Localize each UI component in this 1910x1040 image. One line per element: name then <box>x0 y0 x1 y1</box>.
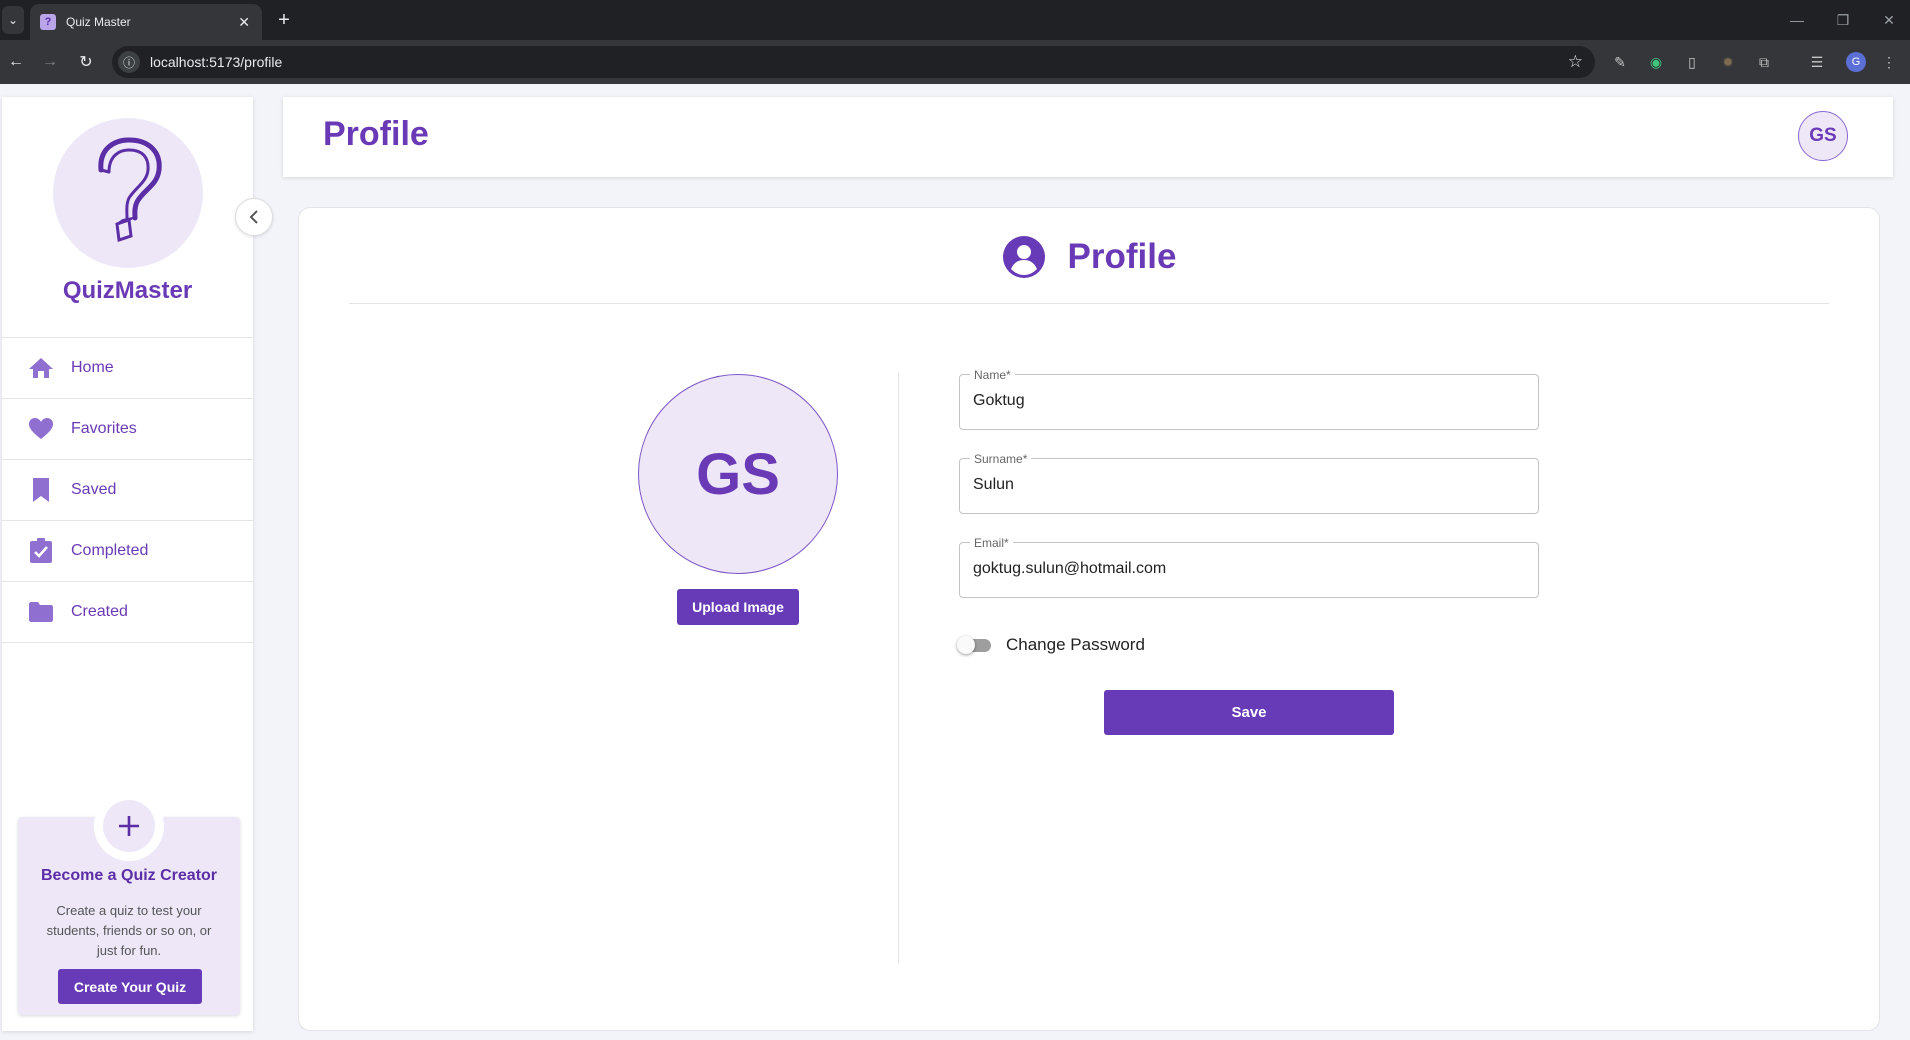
creator-card-title: Become a Quiz Creator <box>40 867 218 884</box>
sidebar-item-label: Home <box>71 359 114 376</box>
sidebar-item-label: Completed <box>71 542 149 559</box>
change-password-label: Change Password <box>1006 635 1145 654</box>
browser-menu-icon[interactable]: ⋮ <box>1880 53 1898 71</box>
back-icon[interactable]: ← <box>2 48 30 76</box>
quiz-creator-card: Become a Quiz Creator Create a quiz to t… <box>18 791 240 1015</box>
name-field-label: Name* <box>970 368 1015 382</box>
page-header: Profile GS <box>283 97 1893 177</box>
quiz-favicon-icon: ? <box>40 14 56 30</box>
code-extension-icon[interactable]: ▯ <box>1683 53 1701 71</box>
sidebar-item-label: Created <box>71 603 128 620</box>
profile-card: Profile GS Upload Image Name* Surname* E… <box>298 207 1880 1031</box>
sidebar: QuizMaster Home Favorites Saved Complete… <box>2 97 253 1031</box>
email-input[interactable] <box>973 560 1523 578</box>
profile-heading: Profile <box>1067 237 1177 276</box>
brand-name: QuizMaster <box>62 277 193 304</box>
save-button[interactable]: Save <box>1104 690 1394 735</box>
minimize-icon[interactable]: — <box>1774 0 1820 40</box>
plus-icon <box>119 816 139 836</box>
bookmark-icon <box>28 477 54 503</box>
email-field[interactable]: Email* <box>959 536 1539 598</box>
email-field-label: Email* <box>970 536 1013 550</box>
reload-icon[interactable]: ↻ <box>72 48 100 76</box>
bug-extension-icon[interactable]: ✹ <box>1719 53 1737 71</box>
creator-card-text: Create a quiz to test your students, fri… <box>46 903 212 958</box>
sidebar-item-home[interactable]: Home <box>2 338 253 399</box>
upload-image-button[interactable]: Upload Image <box>677 589 799 625</box>
change-password-toggle[interactable] <box>957 636 995 654</box>
tab-title: Quiz Master <box>66 15 131 29</box>
sidebar-item-saved[interactable]: Saved <box>2 460 253 521</box>
name-input[interactable] <box>973 392 1523 410</box>
restore-icon[interactable]: ❐ <box>1820 0 1866 40</box>
sidebar-item-label: Saved <box>71 481 117 498</box>
folder-icon <box>28 599 54 625</box>
surname-field[interactable]: Surname* <box>959 452 1539 514</box>
sidebar-nav: Home Favorites Saved Completed Created <box>2 337 253 643</box>
vertical-divider <box>898 373 899 963</box>
green-extension-icon[interactable]: ◉ <box>1647 53 1665 71</box>
question-mark-logo-icon <box>98 137 162 243</box>
chevron-left-icon <box>249 210 258 224</box>
forward-icon[interactable]: → <box>36 48 64 76</box>
close-tab-icon[interactable]: ✕ <box>238 14 250 31</box>
browser-toolbar: ← → ↻ ⓘ localhost:5173/profile ☆ ✎ ◉ ▯ ✹… <box>0 40 1910 84</box>
extensions-puzzle-icon[interactable]: ⧉ <box>1755 53 1773 71</box>
toggle-thumb <box>957 636 975 654</box>
page-title: Profile <box>323 115 429 153</box>
browser-tab[interactable]: ? Quiz Master ✕ <box>30 4 262 40</box>
clipboard-check-icon <box>28 538 54 564</box>
surname-field-label: Surname* <box>970 452 1032 466</box>
bookmark-star-icon[interactable]: ☆ <box>1568 52 1583 72</box>
sidebar-item-label: Favorites <box>71 420 137 437</box>
tab-search-button[interactable]: ⌄ <box>2 6 24 34</box>
browser-tab-bar: ⌄ ? Quiz Master ✕ + — ❐ ✕ <box>0 0 1910 40</box>
collapse-sidebar-button[interactable] <box>235 198 273 236</box>
close-window-icon[interactable]: ✕ <box>1866 0 1910 40</box>
sidebar-item-completed[interactable]: Completed <box>2 521 253 582</box>
reading-list-icon[interactable]: ☰ <box>1808 53 1826 71</box>
account-circle-icon <box>1002 236 1045 278</box>
url-text[interactable]: localhost:5173/profile <box>150 54 1568 70</box>
eyedropper-extension-icon[interactable]: ✎ <box>1611 53 1629 71</box>
sidebar-item-favorites[interactable]: Favorites <box>2 399 253 460</box>
new-tab-button[interactable]: + <box>272 8 296 32</box>
heading-divider <box>349 303 1829 304</box>
site-info-icon[interactable]: ⓘ <box>118 51 140 73</box>
address-bar[interactable]: ⓘ localhost:5173/profile ☆ <box>112 46 1595 78</box>
user-avatar[interactable]: GS <box>1798 111 1848 161</box>
browser-profile-avatar[interactable]: G <box>1846 52 1866 72</box>
plus-badge <box>94 791 164 861</box>
profile-avatar: GS <box>638 374 838 574</box>
home-icon <box>28 355 54 381</box>
surname-input[interactable] <box>973 476 1523 494</box>
name-field[interactable]: Name* <box>959 368 1539 430</box>
profile-card-heading: Profile <box>299 235 1879 279</box>
sidebar-item-created[interactable]: Created <box>2 582 253 643</box>
heart-icon <box>28 416 54 442</box>
create-quiz-button[interactable]: Create Your Quiz <box>58 969 202 1004</box>
quiz-logo <box>53 118 203 268</box>
